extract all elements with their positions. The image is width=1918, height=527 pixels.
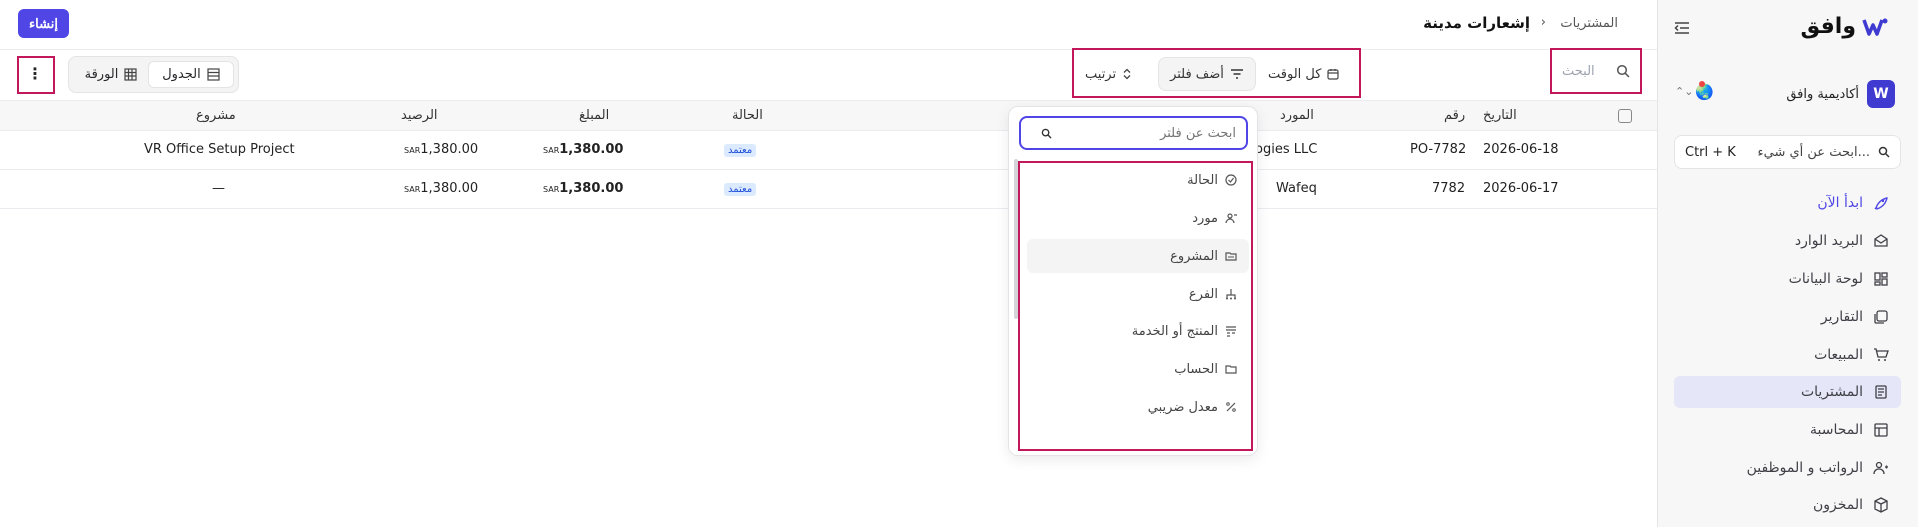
sidebar-item-label: البريد الوارد (1794, 233, 1863, 249)
org-name: أكاديمية وافق (1786, 86, 1859, 102)
currency-label: SAR (404, 185, 421, 194)
toolbar-highlight-box (1072, 48, 1361, 98)
table-row[interactable]: 2026-06-17 7782 Wafeq معتمد SAR1,380.00 … (0, 170, 1657, 209)
cell-project: — (212, 181, 225, 196)
table-icon (207, 68, 220, 81)
wafeq-logo-icon (1862, 18, 1888, 36)
brand-name: وافق (1800, 14, 1856, 39)
column-header-balance[interactable]: الرصيد (401, 108, 438, 123)
sidebar-item-accounting[interactable]: المحاسبة (1674, 414, 1901, 446)
cell-number: PO-7782 (1410, 142, 1467, 157)
shortcut-hint: Ctrl + K (1685, 144, 1736, 160)
sidebar: وافق W أكاديمية وافق 🌏 ⌃⌄ ابحث عن أي شيء… (1657, 0, 1918, 527)
sidebar-item-label: ابدأ الآن (1817, 195, 1863, 211)
header-divider (0, 49, 1657, 50)
column-header-number[interactable]: رقم (1444, 108, 1465, 123)
cell-date: 2026-06-17 (1483, 181, 1559, 196)
filter-search-field[interactable] (1019, 116, 1248, 150)
org-logo-icon: W (1867, 80, 1895, 108)
view-table-tab[interactable]: الجدول (148, 61, 234, 88)
sidebar-item-label: المخزون (1812, 497, 1863, 513)
create-button[interactable]: إنشاء (18, 9, 69, 38)
view-switcher: الجدول الورقة (68, 56, 239, 93)
sidebar-item-label: الرواتب و الموظفين (1746, 460, 1863, 476)
table-row[interactable]: 2026-06-18 PO-7782 ogies LLC معتمد SAR1,… (0, 131, 1657, 170)
sidebar-item-sales[interactable]: المبيعات (1674, 339, 1901, 371)
dashboard-icon (1874, 272, 1888, 286)
purchases-icon (1875, 385, 1887, 399)
accounting-icon (1874, 423, 1888, 437)
box-icon (1874, 497, 1888, 513)
sidebar-item-label: المحاسبة (1809, 422, 1863, 438)
cell-date: 2026-06-18 (1483, 142, 1559, 157)
dropdown-highlight-box (1018, 161, 1253, 451)
column-header-date[interactable]: التاريخ (1483, 108, 1517, 123)
cell-supplier: Wafeq (1276, 181, 1317, 196)
cell-supplier: ogies LLC (1255, 142, 1318, 157)
page-title: إشعارات مدينة (1423, 14, 1530, 32)
rocket-icon (1874, 197, 1888, 210)
view-sheet-label: الورقة (84, 67, 119, 82)
column-header-amount[interactable]: المبلغ (579, 108, 609, 123)
cell-amount: 1,380.00 (559, 181, 624, 196)
more-highlight-box (17, 56, 55, 94)
currency-label: SAR (543, 146, 560, 155)
sidebar-collapse-icon[interactable] (1674, 20, 1696, 40)
chevron-updown-icon: ⌃⌄ (1675, 85, 1694, 98)
sheet-icon (124, 68, 137, 81)
cell-project: VR Office Setup Project (144, 142, 295, 157)
search-icon (1878, 146, 1890, 158)
status-badge: معتمد (724, 144, 757, 157)
breadcrumb-parent[interactable]: المشتريات (1560, 16, 1618, 31)
cell-balance: 1,380.00 (420, 181, 479, 196)
sidebar-item-dashboard[interactable]: لوحة البيانات (1674, 263, 1901, 295)
sidebar-item-label: المشتريات (1800, 384, 1863, 400)
column-header-supplier[interactable]: المورد (1280, 108, 1314, 123)
sidebar-item-label: التقارير (1820, 309, 1863, 325)
sidebar-item-get-started[interactable]: ابدأ الآن (1674, 187, 1901, 219)
command-search-placeholder: ابحث عن أي شيء... (1757, 144, 1870, 160)
table-header: التاريخ رقم المورد الحالة المبلغ الرصيد … (0, 100, 1657, 131)
command-search[interactable]: ابحث عن أي شيء... Ctrl + K (1674, 135, 1901, 169)
column-header-status[interactable]: الحالة (732, 108, 763, 123)
users-icon (1873, 461, 1888, 475)
currency-label: SAR (404, 146, 421, 155)
view-table-label: الجدول (162, 67, 201, 82)
sidebar-item-payroll[interactable]: الرواتب و الموظفين (1674, 452, 1901, 484)
brand-logo[interactable]: وافق (1801, 14, 1888, 39)
sidebar-item-inventory[interactable]: المخزون (1674, 489, 1901, 521)
cell-number: 7782 (1432, 181, 1466, 196)
search-icon (1041, 128, 1052, 139)
cell-amount: 1,380.00 (559, 142, 624, 157)
notification-dot (1699, 81, 1705, 87)
inbox-icon (1874, 234, 1888, 247)
view-sheet-tab[interactable]: الورقة (75, 61, 147, 88)
currency-label: SAR (543, 185, 560, 194)
sidebar-item-label: لوحة البيانات (1788, 271, 1863, 287)
sidebar-item-reports[interactable]: التقارير (1674, 301, 1901, 333)
reports-icon (1874, 310, 1888, 324)
filter-search-input[interactable] (1058, 124, 1238, 142)
sidebar-item-inbox[interactable]: البريد الوارد (1674, 225, 1901, 257)
status-badge: معتمد (724, 183, 757, 196)
org-switcher[interactable]: W أكاديمية وافق 🌏 ⌃⌄ (1673, 75, 1895, 113)
search-highlight-box (1550, 48, 1642, 94)
sidebar-item-purchases[interactable]: المشتريات (1674, 376, 1901, 408)
select-all-checkbox[interactable] (1618, 109, 1632, 123)
cell-balance: 1,380.00 (420, 142, 479, 157)
breadcrumb-separator: › (1540, 15, 1546, 30)
cart-icon (1874, 348, 1889, 361)
sidebar-item-label: المبيعات (1814, 347, 1863, 363)
column-header-project[interactable]: مشروع (196, 108, 236, 123)
